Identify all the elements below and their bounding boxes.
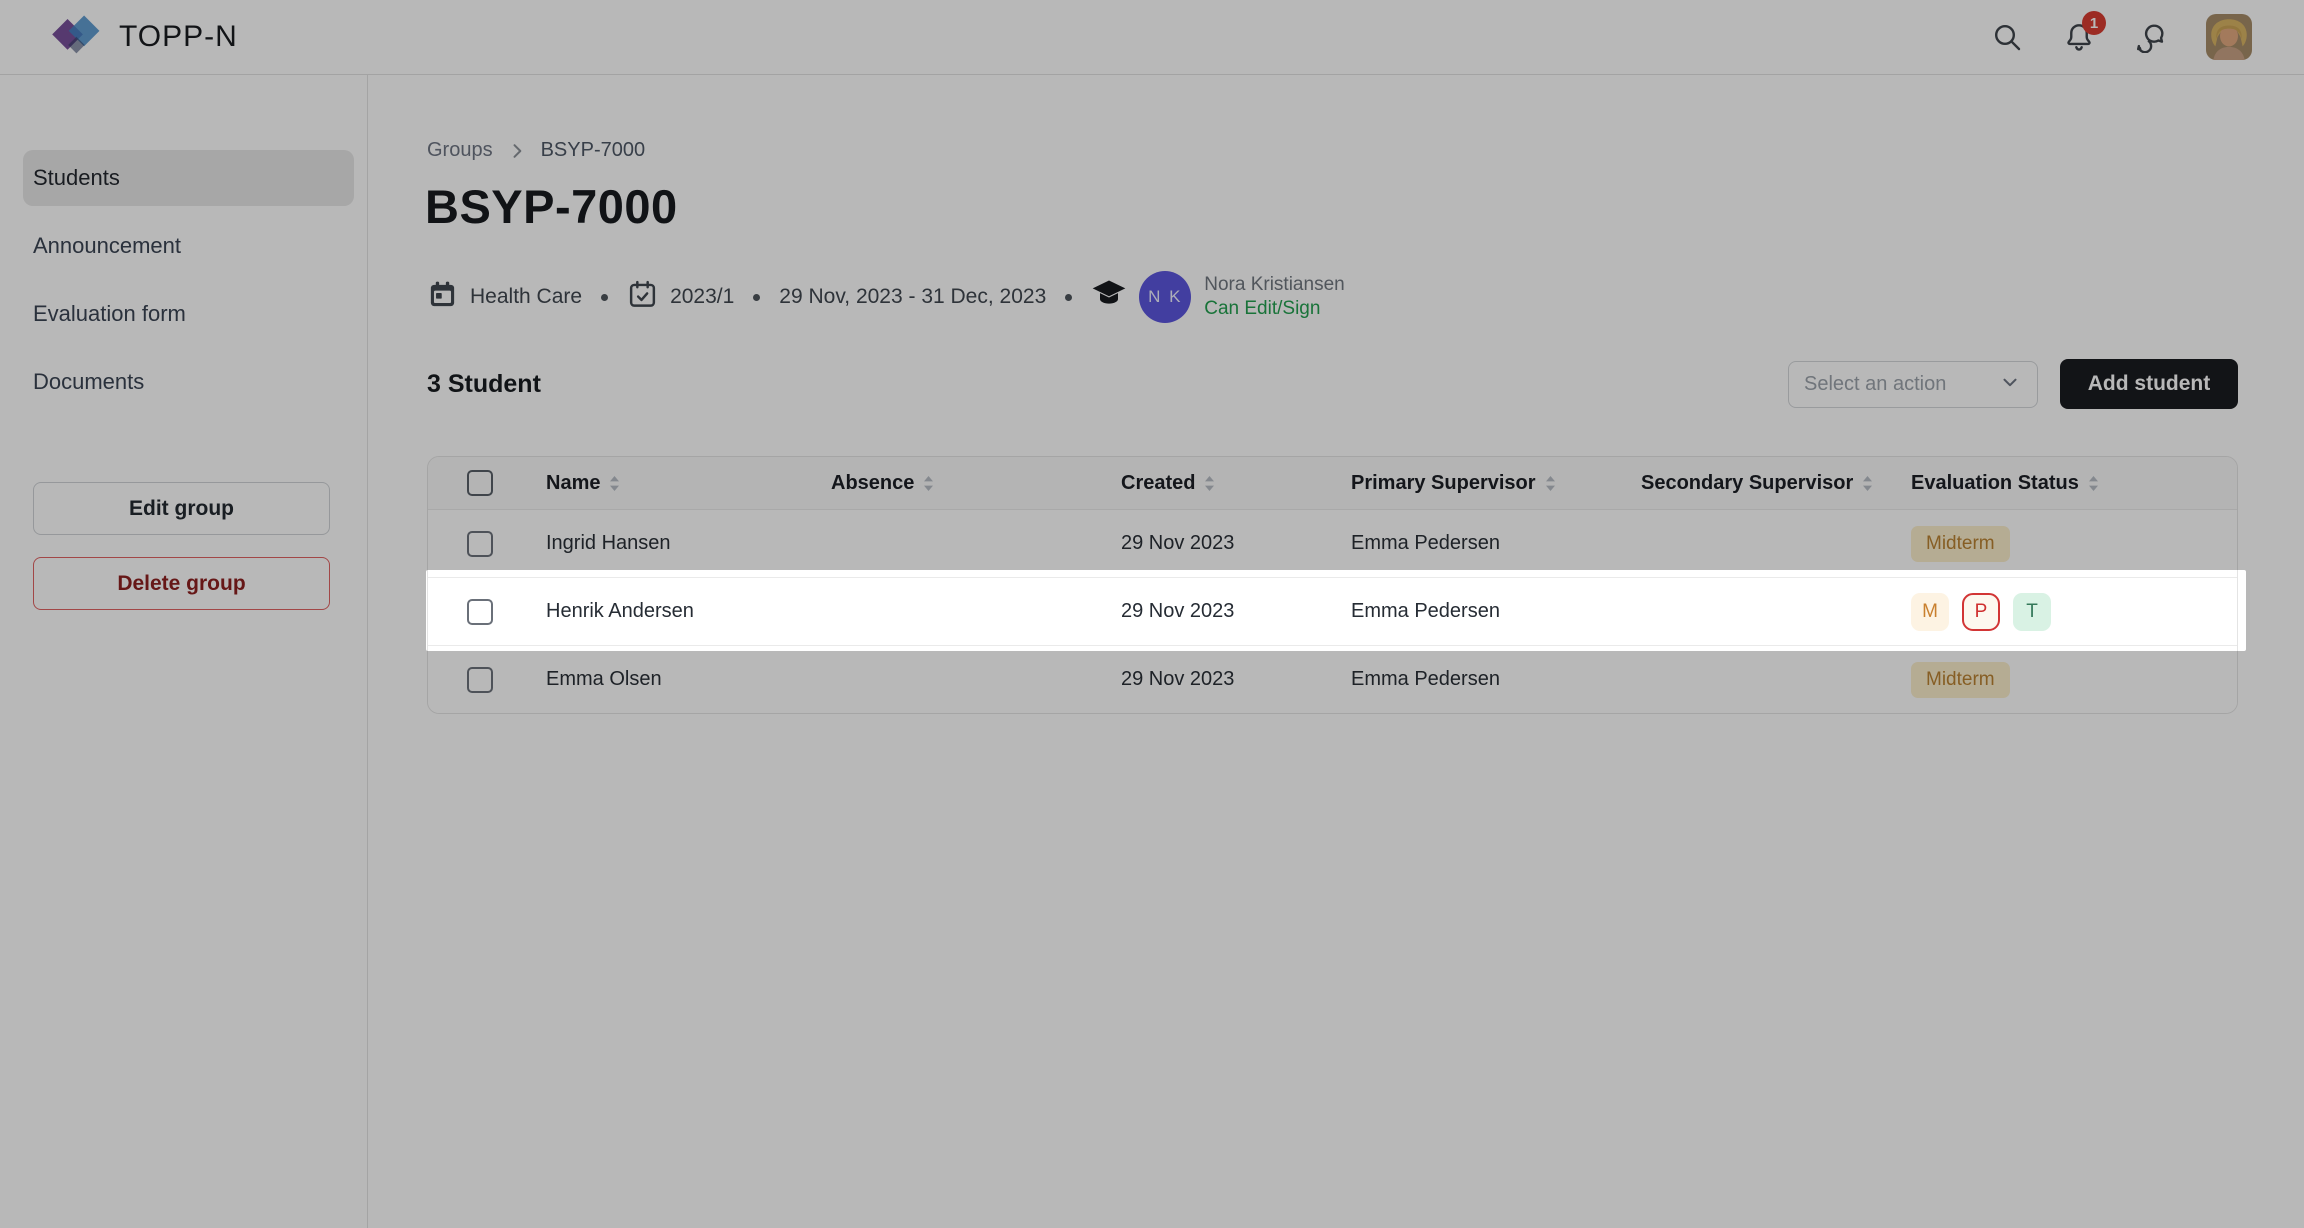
topbar: TOPP-N 1	[0, 0, 2304, 75]
sort-icon[interactable]	[923, 475, 934, 492]
breadcrumb: Groups BSYP-7000	[427, 139, 645, 162]
midterm-status-badge[interactable]: Midterm	[1911, 526, 2010, 562]
table-header-row: Name Absence Created Primary Supervisor …	[428, 457, 2237, 509]
action-select[interactable]: Select an action	[1788, 361, 2038, 408]
search-icon[interactable]	[1990, 20, 2024, 54]
graduation-cap-icon	[1091, 276, 1127, 318]
created-cell: 29 Nov 2023	[1121, 600, 1351, 623]
date-range-label: 29 Nov, 2023 - 31 Dec, 2023	[779, 285, 1046, 309]
supervisor-chip[interactable]: N K Nora Kristiansen Can Edit/Sign	[1139, 271, 1344, 323]
supervisor-permission: Can Edit/Sign	[1204, 297, 1344, 321]
primary-supervisor-cell: Emma Pedersen	[1351, 600, 1641, 623]
total-status-badge[interactable]: T	[2013, 593, 2051, 631]
created-cell: 29 Nov 2023	[1121, 532, 1351, 555]
toolbar-actions: Select an action Add student	[1788, 359, 2238, 409]
term-label: 2023/1	[670, 285, 734, 309]
page-title: BSYP-7000	[425, 179, 678, 234]
sidebar-item-students[interactable]: Students	[23, 150, 354, 206]
row-checkbox[interactable]	[467, 599, 493, 625]
column-header-name[interactable]: Name	[546, 472, 831, 495]
brand-logo-icon	[51, 13, 103, 62]
practice-status-badge[interactable]: P	[1962, 593, 2000, 631]
user-avatar[interactable]	[2206, 14, 2252, 60]
subject-label: Health Care	[470, 285, 582, 309]
sidebar-item-label: Announcement	[33, 233, 181, 259]
column-label: Evaluation Status	[1911, 472, 2079, 495]
evaluation-status-cell: Midterm	[1911, 526, 2238, 562]
breadcrumb-current: BSYP-7000	[541, 139, 646, 162]
column-label: Absence	[831, 472, 914, 495]
calendar-check-icon	[627, 279, 658, 316]
column-label: Primary Supervisor	[1351, 472, 1536, 495]
app-screen: TOPP-N 1	[0, 0, 2304, 1228]
column-header-primary-supervisor[interactable]: Primary Supervisor	[1351, 472, 1641, 495]
sort-icon[interactable]	[2088, 475, 2099, 492]
evaluation-status-cell: Midterm	[1911, 662, 2238, 698]
sort-icon[interactable]	[609, 475, 620, 492]
column-header-secondary-supervisor[interactable]: Secondary Supervisor	[1641, 472, 1911, 495]
row-checkbox[interactable]	[467, 667, 493, 693]
chevron-down-icon	[1999, 371, 2021, 398]
select-all-checkbox[interactable]	[467, 470, 493, 496]
student-name[interactable]: Emma Olsen	[546, 668, 831, 691]
dot-separator	[753, 294, 760, 301]
student-name[interactable]: Ingrid Hansen	[546, 532, 831, 555]
row-checkbox[interactable]	[467, 531, 493, 557]
student-count: 3 Student	[427, 370, 541, 399]
delete-group-button[interactable]: Delete group	[33, 557, 330, 610]
supervisor-meta: N K Nora Kristiansen Can Edit/Sign	[1091, 271, 1344, 323]
supervisor-name: Nora Kristiansen	[1204, 274, 1344, 297]
brand[interactable]: TOPP-N	[51, 13, 238, 62]
sidebar-item-announcement[interactable]: Announcement	[23, 218, 354, 274]
notification-count-badge: 1	[2082, 11, 2106, 35]
sidebar-item-documents[interactable]: Documents	[23, 354, 354, 410]
table-row-highlighted[interactable]: Henrik Andersen 29 Nov 2023 Emma Pederse…	[428, 577, 2237, 645]
student-name[interactable]: Henrik Andersen	[546, 600, 831, 623]
sidebar-item-label: Documents	[33, 369, 144, 395]
column-header-evaluation-status[interactable]: Evaluation Status	[1911, 472, 2238, 495]
sidebar: Students Announcement Evaluation form Do…	[0, 75, 368, 1228]
column-label: Secondary Supervisor	[1641, 472, 1853, 495]
notifications-bell-icon[interactable]: 1	[2062, 20, 2096, 54]
column-header-absence[interactable]: Absence	[831, 472, 1121, 495]
students-toolbar: 3 Student Select an action Add student	[427, 358, 2238, 410]
supervisor-initials-avatar: N K	[1139, 271, 1191, 323]
column-header-created[interactable]: Created	[1121, 472, 1351, 495]
edit-group-button[interactable]: Edit group	[33, 482, 330, 535]
sidebar-item-evaluation-form[interactable]: Evaluation form	[23, 286, 354, 342]
column-label: Created	[1121, 472, 1195, 495]
date-range-meta: 29 Nov, 2023 - 31 Dec, 2023	[779, 285, 1046, 309]
sort-icon[interactable]	[1862, 475, 1873, 492]
sort-icon[interactable]	[1204, 475, 1215, 492]
topbar-actions: 1	[1990, 14, 2252, 60]
sidebar-item-label: Students	[33, 165, 120, 191]
messages-chat-icon[interactable]	[2134, 20, 2168, 54]
chevron-right-icon	[507, 141, 527, 161]
table-row[interactable]: Ingrid Hansen 29 Nov 2023 Emma Pedersen …	[428, 509, 2237, 577]
created-cell: 29 Nov 2023	[1121, 668, 1351, 691]
brand-name: TOPP-N	[119, 20, 238, 54]
main-content: Groups BSYP-7000 BSYP-7000 Health C	[368, 75, 2304, 1228]
midterm-status-badge[interactable]: Midterm	[1911, 662, 2010, 698]
column-label: Name	[546, 472, 600, 495]
primary-supervisor-cell: Emma Pedersen	[1351, 532, 1641, 555]
sidebar-item-label: Evaluation form	[33, 301, 186, 327]
table-row[interactable]: Emma Olsen 29 Nov 2023 Emma Pedersen Mid…	[428, 645, 2237, 713]
group-meta-row: Health Care 2023/1 29 Nov, 2023 - 31 Dec…	[427, 271, 1345, 323]
students-table: Name Absence Created Primary Supervisor …	[427, 456, 2238, 714]
primary-supervisor-cell: Emma Pedersen	[1351, 668, 1641, 691]
dot-separator	[1065, 294, 1072, 301]
dot-separator	[601, 294, 608, 301]
calendar-icon	[427, 279, 458, 316]
add-student-button[interactable]: Add student	[2060, 359, 2238, 409]
action-select-placeholder: Select an action	[1804, 373, 1946, 396]
breadcrumb-groups-link[interactable]: Groups	[427, 139, 493, 162]
evaluation-status-cell: M P T	[1911, 593, 2238, 631]
sort-icon[interactable]	[1545, 475, 1556, 492]
subject-meta: Health Care	[427, 279, 582, 316]
term-meta: 2023/1	[627, 279, 734, 316]
midterm-status-badge[interactable]: M	[1911, 593, 1949, 631]
